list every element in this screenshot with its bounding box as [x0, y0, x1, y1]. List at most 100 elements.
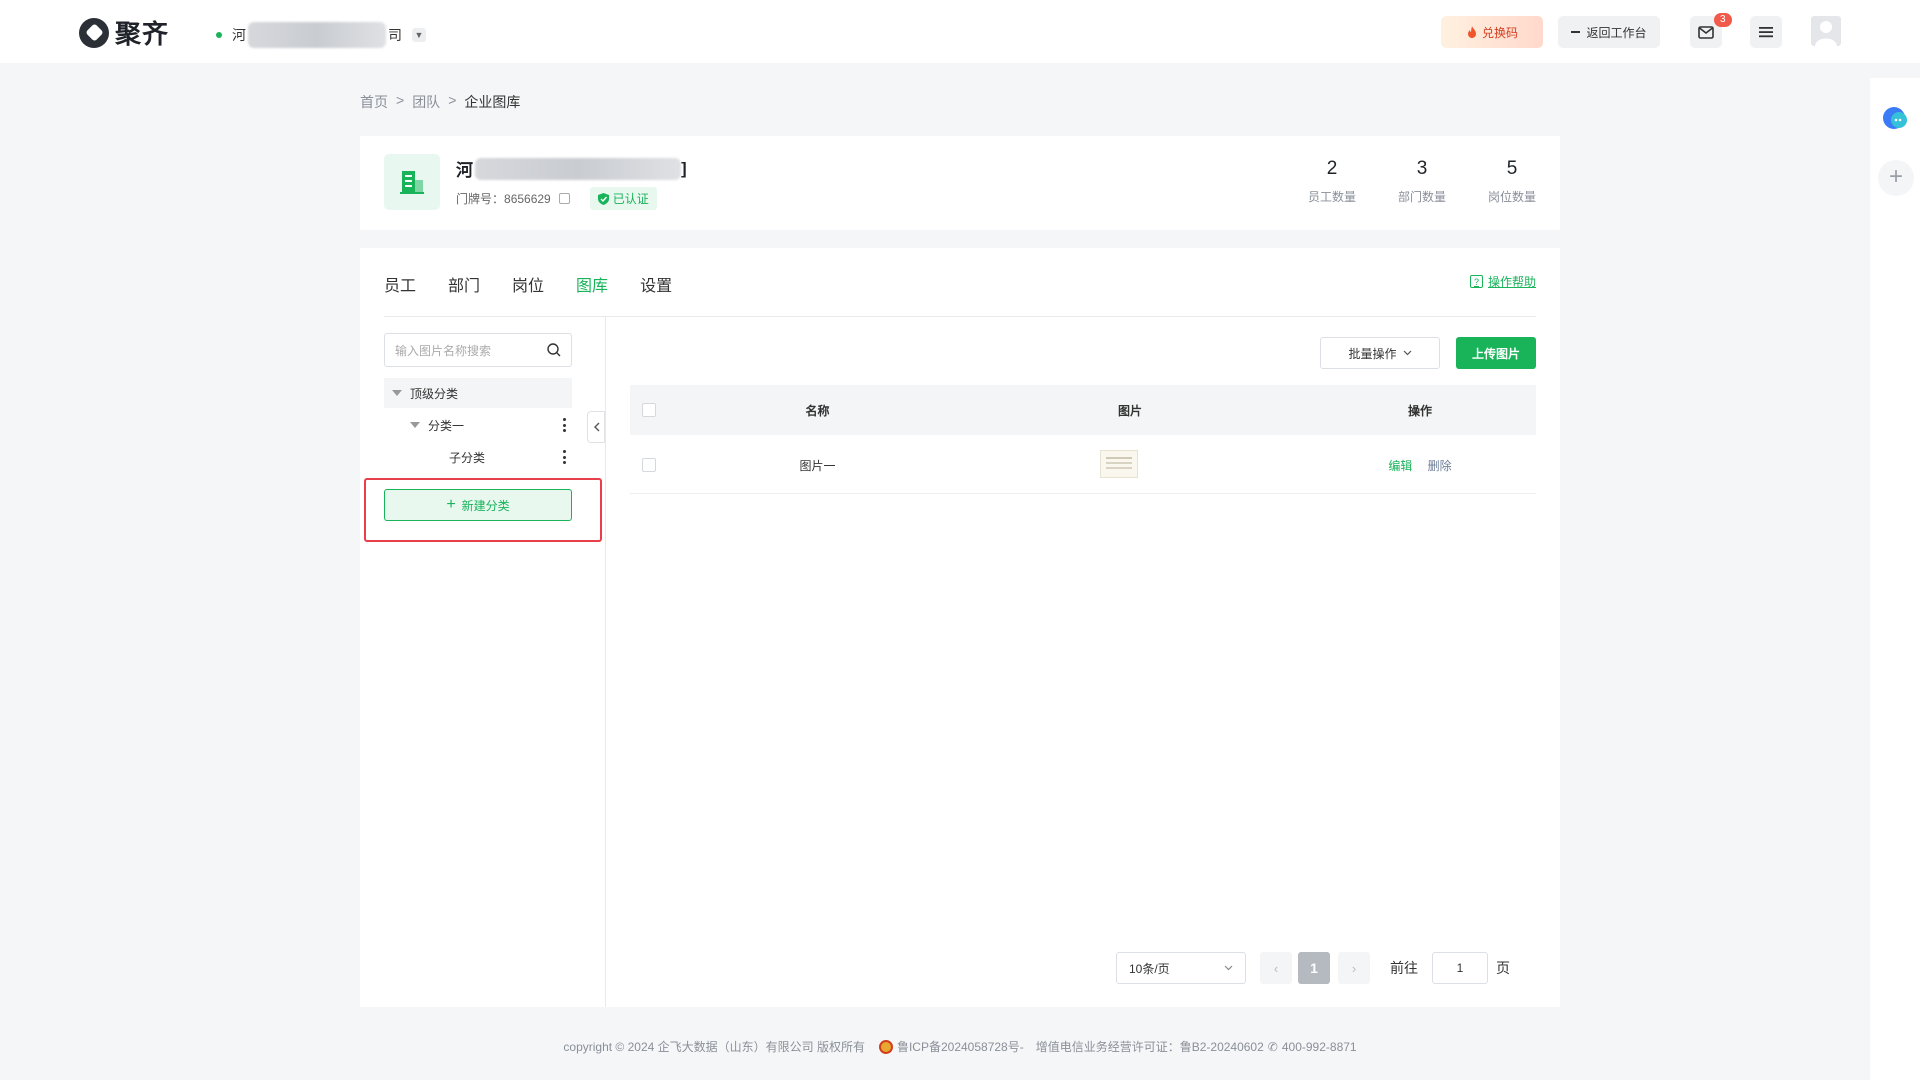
- hamburger-icon: [1759, 27, 1773, 38]
- stat-value: 2: [1326, 158, 1338, 179]
- delete-link[interactable]: 删除: [1428, 459, 1452, 473]
- tree-item-label: 顶级分类: [410, 386, 459, 401]
- column-header-actions: 操作: [1407, 404, 1432, 418]
- verified-label: 已认证: [612, 192, 649, 206]
- upload-image-button[interactable]: 上传图片: [1456, 337, 1536, 369]
- avatar[interactable]: [1811, 16, 1841, 46]
- plus-icon: +: [446, 496, 456, 513]
- redeem-code-button[interactable]: 兑换码: [1441, 16, 1543, 48]
- redeem-code-label: 兑换码: [1481, 25, 1518, 40]
- breadcrumb: 首页 > 团队 > 企业图库: [360, 92, 520, 112]
- collapse-sidebar-button[interactable]: [587, 411, 605, 443]
- back-to-workbench-button[interactable]: 返回工作台: [1558, 16, 1660, 48]
- table-header: 名称 图片 操作: [630, 385, 1536, 435]
- tree-item-label: 子分类: [449, 450, 486, 465]
- company-name-redacted: [248, 22, 386, 48]
- tab-departments[interactable]: 部门: [448, 272, 480, 296]
- add-icon[interactable]: +: [1878, 160, 1914, 196]
- table-row: 图片一 编辑 删除: [630, 435, 1536, 494]
- new-category-button[interactable]: + 新建分类: [384, 489, 572, 521]
- stat-employees: 2 员工数量: [1308, 158, 1356, 205]
- org-name-redacted: [475, 157, 681, 180]
- breadcrumb-home[interactable]: 首页: [360, 92, 388, 112]
- prev-page-button[interactable]: ‹: [1260, 952, 1292, 984]
- tab-employees[interactable]: 员工: [384, 272, 416, 296]
- door-number-label: 门牌号：8656629: [456, 192, 551, 206]
- more-vertical-icon[interactable]: [563, 450, 566, 464]
- phone-icon: ✆: [1267, 1039, 1278, 1054]
- batch-actions-dropdown[interactable]: 批量操作: [1320, 337, 1440, 369]
- icp-link[interactable]: 鲁ICP备2024058728号-: [897, 1038, 1024, 1055]
- tab-bar: 员工 部门 岗位 图库 设置: [384, 272, 672, 296]
- tree-item-subcategory[interactable]: 子分类: [384, 442, 572, 472]
- caret-down-icon[interactable]: ▼: [412, 28, 426, 42]
- org-name: 河 ]: [456, 156, 687, 181]
- expand-triangle-icon[interactable]: [410, 422, 420, 428]
- chevron-left-icon: [593, 422, 599, 432]
- fire-icon: [1467, 25, 1476, 38]
- tree-item-top-category[interactable]: 顶级分类: [384, 378, 572, 408]
- tab-gallery[interactable]: 图库: [576, 272, 608, 296]
- mail-icon: [1698, 25, 1714, 39]
- logo-mark-icon: [79, 17, 109, 48]
- help-link[interactable]: ? 操作帮助: [1469, 273, 1536, 290]
- chat-assistant-icon[interactable]: [1882, 106, 1910, 132]
- chevron-down-icon: [1224, 965, 1233, 971]
- image-thumbnail[interactable]: [1100, 450, 1138, 478]
- image-search-input[interactable]: 输入图片名称搜索: [384, 333, 572, 367]
- police-emblem-icon: [878, 1039, 893, 1054]
- column-header-image: 图片: [1117, 404, 1142, 418]
- logo-text: 聚齐: [115, 19, 170, 49]
- batch-actions-label: 批量操作: [1348, 346, 1397, 361]
- help-label: 操作帮助: [1487, 275, 1536, 289]
- image-name: 图片一: [799, 459, 836, 473]
- org-meta: 门牌号：8656629 已认证: [456, 187, 657, 210]
- goto-page-input[interactable]: 1: [1432, 952, 1488, 984]
- tree-item-category-one[interactable]: 分类一: [384, 410, 572, 440]
- org-info-card: 河 ] 门牌号：8656629 已认证 2 员工数量 3 部门数量 5 岗位数量: [360, 136, 1560, 230]
- row-actions: 编辑 删除: [1370, 457, 1470, 474]
- expand-triangle-icon[interactable]: [392, 390, 402, 396]
- stat-label: 员工数量: [1308, 190, 1357, 204]
- select-all-checkbox[interactable]: [642, 403, 656, 417]
- stat-departments: 3 部门数量: [1398, 158, 1446, 205]
- current-page-button[interactable]: 1: [1298, 952, 1330, 984]
- breadcrumb-team[interactable]: 团队: [412, 92, 440, 112]
- user-icon: [1815, 21, 1837, 46]
- company-name-prefix: 河: [232, 27, 246, 43]
- help-icon: ?: [1469, 275, 1483, 288]
- copy-icon[interactable]: [558, 193, 570, 204]
- more-vertical-icon[interactable]: [563, 418, 566, 432]
- company-switcher[interactable]: 河 司 ▼: [216, 22, 426, 48]
- row-checkbox[interactable]: [642, 458, 656, 472]
- tab-positions[interactable]: 岗位: [512, 272, 544, 296]
- logo[interactable]: 聚齐: [79, 14, 169, 51]
- gallery-panel: 员工 部门 岗位 图库 设置 ? 操作帮助 输入图片名称搜索 顶级分类 分类一 …: [360, 248, 1560, 1007]
- new-category-label: 新建分类: [461, 498, 510, 513]
- breadcrumb-current: 企业图库: [464, 94, 521, 110]
- stat-positions: 5 岗位数量: [1488, 158, 1536, 205]
- chevron-down-icon: [1403, 350, 1411, 356]
- copyright-text: copyright © 2024 企飞大数据（山东）有限公司 版权所有: [563, 1040, 865, 1054]
- page-size-value: 10条/页: [1129, 961, 1170, 976]
- tab-settings[interactable]: 设置: [640, 272, 672, 296]
- edit-link[interactable]: 编辑: [1388, 459, 1412, 473]
- search-icon[interactable]: [547, 343, 561, 357]
- status-dot-icon: [216, 32, 222, 38]
- org-name-suffix: ]: [681, 158, 687, 178]
- next-page-button[interactable]: ›: [1338, 952, 1370, 984]
- search-placeholder: 输入图片名称搜索: [395, 343, 492, 358]
- footer: copyright © 2024 企飞大数据（山东）有限公司 版权所有 鲁ICP…: [0, 1038, 1920, 1055]
- stat-value: 3: [1416, 158, 1428, 179]
- mail-badge: 3: [1714, 13, 1732, 27]
- back-to-workbench-label: 返回工作台: [1586, 25, 1647, 40]
- page-size-select[interactable]: 10条/页: [1116, 952, 1246, 984]
- top-bar: 聚齐 河 司 ▼ 兑换码 返回工作台 3: [0, 0, 1920, 63]
- page-unit-label: 页: [1496, 960, 1510, 976]
- building-icon: [384, 154, 440, 210]
- org-name-prefix: 河: [456, 161, 473, 180]
- right-rail: +: [1870, 78, 1920, 1080]
- goto-label: 前往: [1390, 960, 1418, 976]
- breadcrumb-separator-icon: >: [396, 92, 405, 108]
- menu-button[interactable]: [1750, 16, 1782, 48]
